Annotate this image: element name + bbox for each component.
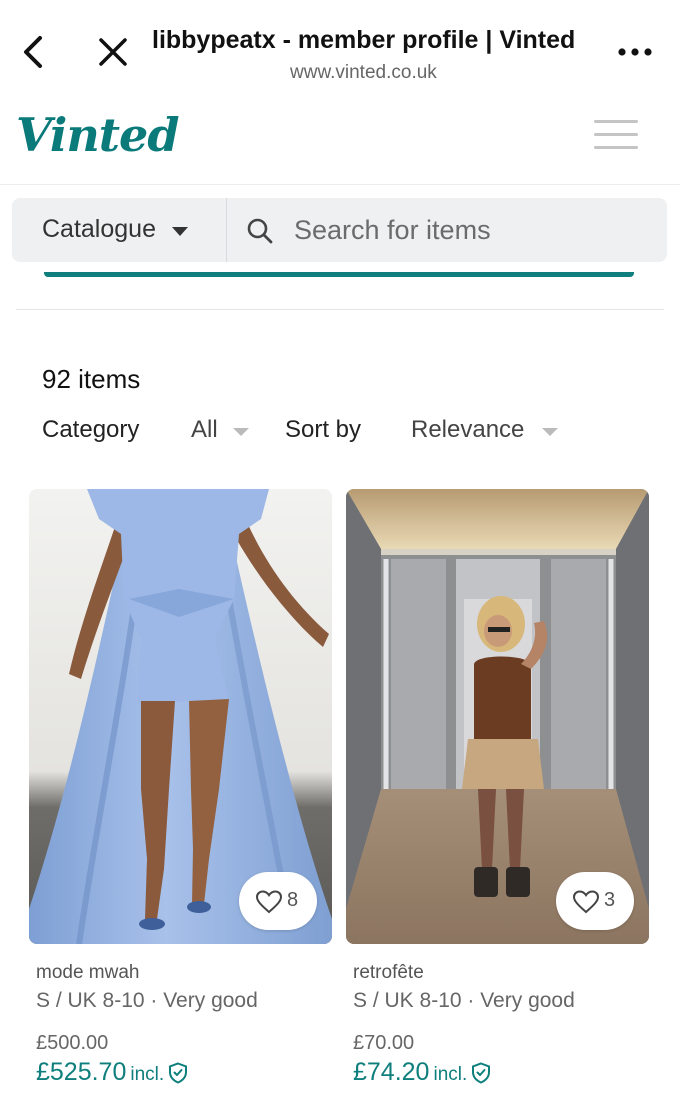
shield-icon [472, 1062, 491, 1084]
page-title: libbypeatx - member profile | Vinted [152, 26, 576, 54]
item-price: £70.00 [353, 1032, 415, 1054]
favourite-count: 3 [604, 889, 616, 911]
menu-icon-line [594, 133, 638, 136]
favourite-button[interactable]: 8 [239, 872, 317, 930]
menu-icon-line [594, 146, 638, 149]
category-filter[interactable]: All [191, 416, 218, 444]
favourite-button[interactable]: 3 [556, 872, 634, 930]
incl-label: incl. [433, 1064, 468, 1085]
favourite-count: 8 [287, 889, 299, 911]
chevron-down-icon[interactable] [233, 428, 249, 436]
page-url: www.vinted.co.uk [290, 62, 437, 83]
chevron-left-icon [24, 36, 42, 68]
total-price-value: £74.20 [353, 1058, 430, 1086]
item-price: £500.00 [36, 1032, 109, 1054]
item-brand: retrofête [353, 962, 424, 983]
heart-icon [572, 890, 600, 914]
item-total-price: £74.20 incl. [353, 1058, 491, 1087]
search-input[interactable] [294, 212, 634, 248]
item-details: S / UK 8-10 · Very good [353, 989, 575, 1012]
chevron-down-icon[interactable] [172, 227, 188, 236]
heart-icon [255, 890, 283, 914]
chevron-down-icon[interactable] [542, 428, 558, 436]
vinted-logo[interactable]: Vinted [16, 108, 179, 162]
back-button[interactable] [18, 30, 52, 74]
item-total-price: £525.70 incl. [36, 1058, 188, 1087]
item-brand: mode mwah [36, 962, 140, 983]
shield-icon [169, 1062, 188, 1084]
menu-icon [594, 120, 638, 123]
sort-filter[interactable]: Relevance [411, 416, 524, 444]
teal-accent-line [44, 272, 634, 277]
search-icon [247, 218, 273, 244]
incl-label: incl. [130, 1064, 165, 1085]
sort-label: Sort by [285, 416, 362, 443]
more-icon [618, 48, 652, 56]
close-button[interactable] [94, 32, 132, 72]
item-details: S / UK 8-10 · Very good [36, 989, 258, 1012]
catalogue-label[interactable]: Catalogue [42, 215, 156, 244]
close-icon [99, 38, 127, 66]
divider [16, 309, 664, 310]
total-price-value: £525.70 [36, 1058, 127, 1086]
more-options-button[interactable] [616, 38, 656, 66]
items-count: 92 items [42, 364, 141, 394]
menu-button[interactable] [594, 120, 638, 154]
category-label: Category [42, 416, 140, 443]
